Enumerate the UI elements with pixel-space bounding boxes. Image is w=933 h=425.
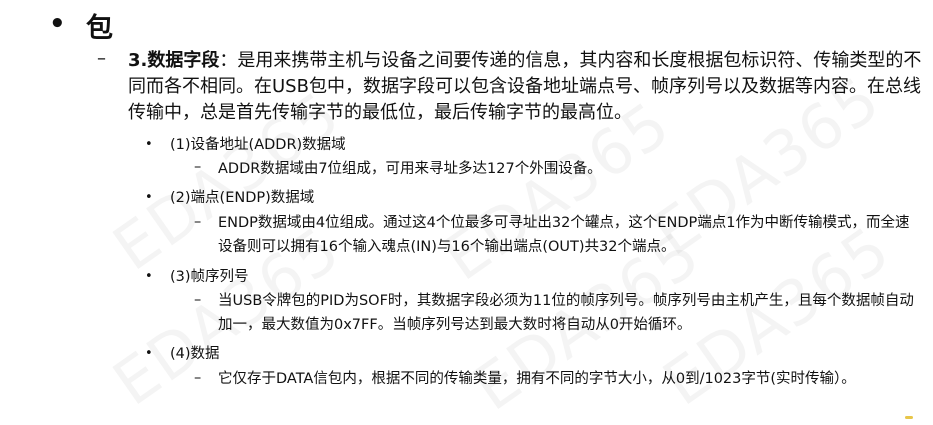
item-detail: ENDP数据域由4位组成。通过这4个位最多可寻址出32个罐点，这个ENDP端点1… (218, 215, 910, 255)
corner-mark (905, 416, 913, 419)
item-bullet: • (145, 346, 153, 361)
item-title: (3)帧序列号 (170, 269, 249, 285)
item-detail: ADDR数据域由7位组成，可用来寻址多达127个外围设备。 (218, 161, 602, 177)
item-detail: 它仅存于DATA信包内，根据不同的传输类量，拥有不同的字节大小，从0到/1023… (218, 371, 856, 387)
item-dash: – (194, 370, 202, 386)
item-title: (2)端点(ENDP)数据域 (170, 190, 315, 206)
heading-title: 包 (86, 13, 113, 44)
paragraph-dash: – (97, 48, 106, 69)
item-bullet: • (145, 137, 153, 152)
intro-paragraph: 3.数据字段：是用来携带主机与设备之间要传递的信息，其内容和长度根据包标识符、传… (128, 48, 928, 126)
item-title: (4)数据 (170, 346, 220, 362)
item-dash: – (194, 159, 202, 175)
item-bullet: • (145, 269, 153, 284)
paragraph-lead: 3.数据字段 (128, 50, 220, 71)
item-detail: 当USB令牌包的PID为SOF时，其数据字段必须为11位的帧序列号。帧序列号由主… (218, 293, 914, 333)
item-dash: – (194, 292, 202, 308)
paragraph-text: ：是用来携带主机与设备之间要传递的信息，其内容和长度根据包标识符、传输类型的不同… (128, 50, 922, 123)
item-bullet: • (145, 190, 153, 205)
heading-bullet: • (49, 9, 66, 39)
item-dash: – (194, 214, 202, 230)
item-title: (1)设备地址(ADDR)数据域 (170, 137, 346, 153)
